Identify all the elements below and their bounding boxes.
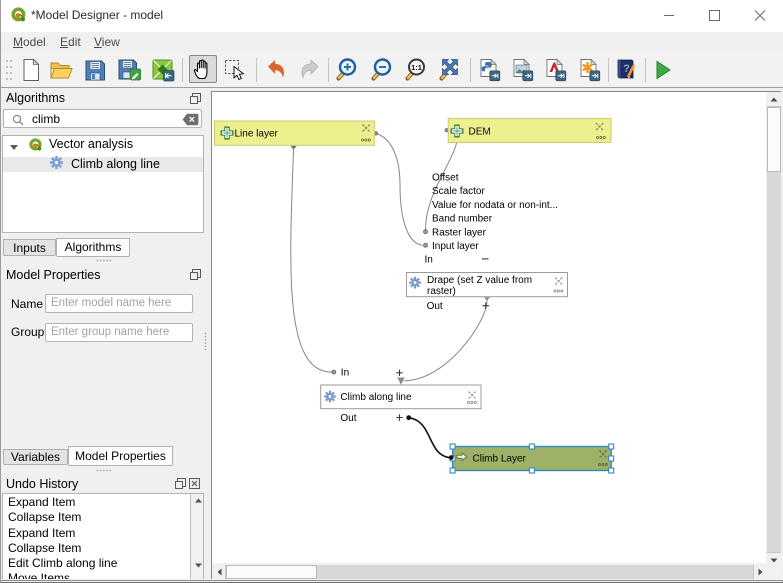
svg-text:raster): raster) [427,286,456,297]
svg-text:Line layer: Line layer [235,129,279,140]
svg-text:DEM: DEM [469,127,491,138]
svg-text:Offset: Offset [432,173,459,184]
svg-text:Value for nodata or non-int...: Value for nodata or non-int... [432,200,558,211]
svg-text:In: In [341,368,349,379]
svg-text:Drape (set Z value from: Drape (set Z value from [427,275,532,286]
svg-text:Raster layer: Raster layer [432,227,487,238]
svg-text:In: In [425,254,433,265]
svg-text:Input layer: Input layer [432,241,479,252]
svg-text:Climb Layer: Climb Layer [473,454,527,465]
svg-text:Climb along line: Climb along line [340,392,412,403]
svg-text:Out: Out [427,301,443,312]
svg-text:Out: Out [340,413,356,424]
svg-text:Scale factor: Scale factor [432,186,485,197]
svg-text:1:1: 1:1 [411,63,422,72]
svg-text:Band number: Band number [432,214,493,225]
